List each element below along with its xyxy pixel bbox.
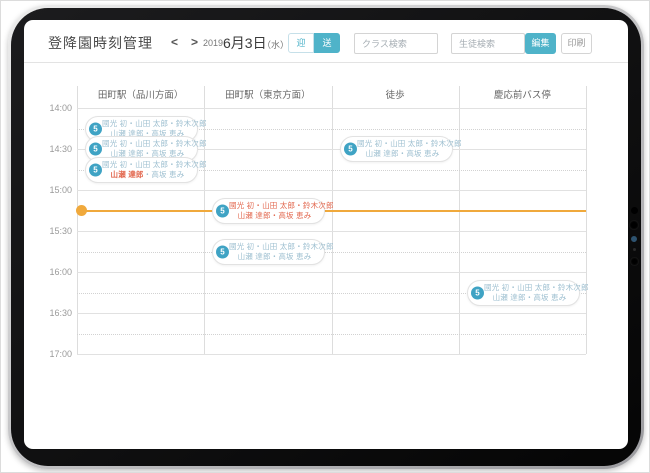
app-header: 登降園時刻管理 < > 2019 6月3日 （水） 迎 送 編集 印刷 [24,20,628,63]
student-name: 山瀬 達郎・高坂 恵み [237,210,312,220]
student-count-badge: 5 [216,204,229,217]
event-names-line2: 山瀬 達郎・高坂 恵み [229,211,320,221]
camera-lens [629,257,639,266]
tablet-frame: 登降園時刻管理 < > 2019 6月3日 （水） 迎 送 編集 印刷 田町駅（… [8,5,644,469]
event-names-line1: 國光 初・山田 太郎・鈴木次郎 [484,282,589,292]
press-image-canvas: 登降園時刻管理 < > 2019 6月3日 （水） 迎 送 編集 印刷 田町駅（… [0,0,650,473]
prev-day-button[interactable]: < [171,35,178,49]
tablet-camera-array [628,201,640,272]
grid-quarter-line [77,251,586,253]
grid-hour-line [77,354,586,355]
schedule-grid: 5 國光 初・山田 太郎・鈴木次郎 山瀬 達郎・高坂 恵み 5 國光 初・山田 太郎・鈴… [76,86,589,355]
student-count-badge: 5 [471,286,484,299]
schedule-event-pill[interactable]: 5 國光 初・山田 太郎・鈴木次郎 山瀬 達郎・高坂 恵み [85,156,207,183]
time-label: 16:30 [49,308,72,318]
time-label: 14:00 [49,103,72,113]
toggle-pickup[interactable]: 迎 [288,33,314,53]
grid-hour-line [77,190,586,191]
column-header: 田町駅（東京方面） [225,90,311,101]
toggle-dropoff[interactable]: 送 [314,33,340,53]
grid-hour-line [77,313,586,314]
camera-lens [629,220,639,230]
column-header: 慶応前バス停 [493,90,551,101]
grid-column-line [586,86,587,354]
student-count-badge: 5 [89,122,102,135]
camera-lens-blue [631,236,637,242]
camera-mic-dot [632,248,636,251]
time-label: 17:00 [49,349,72,359]
column-header: 徒歩 [385,90,405,101]
event-names-line1: 國光 初・山田 太郎・鈴木次郎 [229,200,334,210]
pickup-dropoff-toggle: 迎 送 [288,33,340,53]
time-label: 15:30 [49,226,72,236]
schedule-event-pill[interactable]: 5 國光 初・山田 太郎・鈴木次郎 山瀬 達郎・高坂 恵み [212,238,334,265]
student-count-badge: 5 [216,245,229,258]
event-names-line2: 山瀬 達郎・高坂 恵み [484,293,575,303]
event-names-line1: 國光 初・山田 太郎・鈴木次郎 [229,241,334,251]
class-search-input[interactable] [354,33,438,54]
date-weekday: （水） [262,40,290,50]
time-label: 15:00 [49,185,72,195]
event-names-line2: 山瀬 達郎・高坂 恵み [102,170,193,180]
time-label: 14:30 [49,144,72,154]
date-year: 2019 [203,38,224,48]
student-search-input[interactable] [451,33,525,54]
event-names-line1: 國光 初・山田 太郎・鈴木次郎 [102,139,207,148]
event-names-line2: 山瀬 達郎・高坂 恵み [229,252,320,262]
date-display: 6月3日 [223,35,267,51]
student-name: 山瀬 達郎・高坂 恵み [237,251,312,261]
tablet-bezel: 登降園時刻管理 < > 2019 6月3日 （水） 迎 送 編集 印刷 田町駅（… [11,8,641,466]
student-name: 山瀬 達郎・高坂 恵み [365,149,440,158]
schedule-event-pill[interactable]: 5 國光 初・山田 太郎・鈴木次郎 山瀬 達郎・高坂 恵み [212,197,334,224]
event-names-line2: 山瀬 達郎・高坂 恵み [357,149,448,159]
grid-hour-line [77,108,586,109]
camera-dot [630,207,638,214]
column-header: 田町駅（品川方面） [97,90,184,101]
student-count-badge: 5 [89,163,102,176]
current-time-dot [76,205,87,216]
student-count-badge: 5 [344,142,357,156]
time-label: 16:00 [49,267,72,277]
next-day-button[interactable]: > [191,35,198,49]
student-name: ・高坂 恵み [143,169,185,179]
student-count-badge: 5 [89,142,102,156]
student-name: 山瀬 達郎・高坂 恵み [492,292,567,302]
event-names-line1: 國光 初・山田 太郎・鈴木次郎 [357,139,462,148]
app-screen: 登降園時刻管理 < > 2019 6月3日 （水） 迎 送 編集 印刷 田町駅（… [24,20,628,449]
edit-button[interactable]: 編集 [525,33,556,54]
print-button[interactable]: 印刷 [561,33,592,54]
event-names-line1: 國光 初・山田 太郎・鈴木次郎 [102,118,207,128]
grid-hour-line [77,231,586,232]
event-names-line1: 國光 初・山田 太郎・鈴木次郎 [102,159,207,169]
page-title: 登降園時刻管理 [48,35,153,51]
schedule-event-pill[interactable]: 5 國光 初・山田 太郎・鈴木次郎 山瀬 達郎・高坂 恵み [340,136,462,162]
highlighted-student-name: 山瀬 達郎 [110,169,144,179]
schedule-event-pill[interactable]: 5 國光 初・山田 太郎・鈴木次郎 山瀬 達郎・高坂 恵み [467,279,589,306]
grid-quarter-line [77,333,586,335]
grid-hour-line [77,272,586,273]
